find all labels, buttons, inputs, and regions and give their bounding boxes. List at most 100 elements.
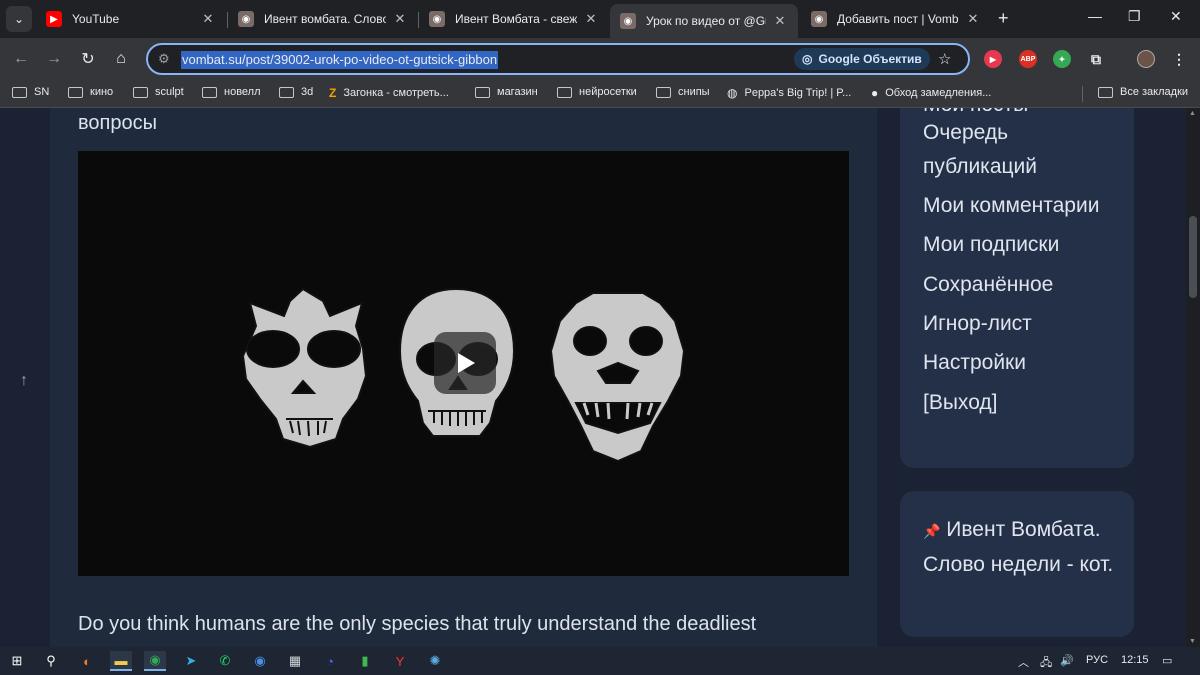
tab-search-button[interactable]: ⌄	[6, 6, 32, 32]
app-icon[interactable]: ▮	[354, 651, 376, 671]
bookmark-snipy[interactable]: снипы	[656, 86, 710, 98]
menu-logout[interactable]: [Выход]	[923, 386, 1123, 420]
tab-lesson-active[interactable]: ◉ Урок по видео от @Guts ✕	[610, 4, 798, 38]
bookmark-neiroset[interactable]: нейросетки	[557, 86, 637, 98]
folder-icon	[1098, 86, 1113, 98]
tab-title: Ивент Вомбата - свежие	[455, 12, 577, 26]
pinned-post-link[interactable]: 📌 Ивент Вомбата. Слово недели - кот.	[923, 513, 1123, 582]
bookmark-novell[interactable]: новелл	[202, 86, 261, 98]
bookmark-peppa[interactable]: ◍ Peppa's Big Trip! | P...	[727, 86, 851, 100]
restore-icon[interactable]: ❐	[1128, 8, 1141, 25]
lens-icon: ◎	[802, 52, 813, 66]
post-body-text: Do you think humans are the only species…	[78, 613, 757, 635]
scroll-to-top-icon[interactable]: ↑	[20, 372, 28, 390]
close-window-icon[interactable]: ✕	[1170, 8, 1182, 25]
bookmark-sn[interactable]: SN	[12, 86, 49, 98]
zagonka-icon: Z	[329, 86, 337, 100]
tab-wombat-event[interactable]: ◉ Ивент вомбата. Слово н ✕	[228, 4, 418, 34]
wombat-favicon: ◉	[811, 11, 827, 27]
menu-my-comments[interactable]: Мои комментарии	[923, 189, 1123, 223]
telegram-icon[interactable]: ➤	[180, 651, 202, 671]
bookmark-zagonka[interactable]: Z Загонка - смотреть...	[329, 86, 449, 100]
menu-ignore-list[interactable]: Игнор-лист	[923, 307, 1123, 341]
language-indicator[interactable]: РУС	[1086, 654, 1108, 666]
menu-settings[interactable]: Настройки	[923, 346, 1123, 380]
tab-title: YouTube	[72, 12, 120, 26]
youtube-icon: ▶	[46, 11, 62, 27]
url-text[interactable]: vombat.su/post/39002-urok-po-video-ot-gu…	[181, 51, 499, 69]
scrollbar-thumb[interactable]	[1189, 216, 1197, 298]
close-icon[interactable]: ✕	[392, 11, 408, 27]
tray-chevron-icon[interactable]: ︿	[1018, 654, 1029, 670]
post-article: вопросы Do you think humans are the only…	[50, 108, 877, 647]
bookmark-magazin[interactable]: магазин	[475, 86, 538, 98]
close-icon[interactable]: ✕	[200, 11, 216, 27]
discord-icon[interactable]: ◔	[319, 651, 341, 671]
menu-dots-icon[interactable]: ⋮	[1170, 50, 1188, 68]
windows-taskbar: ⊞ ⚲ ◐ ▬ ◉ ➤ ✆ ◉ ▦ ◔ ▮ Y ✺ ︿ 🖧 🔊 РУС 12:1…	[0, 647, 1200, 675]
wombat-favicon: ◉	[620, 13, 636, 29]
search-icon[interactable]: ⚲	[40, 651, 62, 671]
all-bookmarks[interactable]: Все закладки	[1098, 86, 1188, 98]
pinned-post-title: Ивент Вомбата. Слово недели - кот.	[923, 518, 1114, 576]
site-info-icon[interactable]: ⚙	[158, 51, 170, 67]
close-icon[interactable]: ✕	[772, 13, 788, 29]
folder-icon	[133, 86, 148, 98]
bookmark-obhod[interactable]: ● Обход замедления...	[871, 86, 991, 100]
close-icon[interactable]: ✕	[965, 11, 981, 27]
extensions-puzzle-icon[interactable]: ⧉	[1087, 50, 1105, 68]
adblock-icon[interactable]: ABP	[1019, 50, 1037, 68]
colorful-extension-icon[interactable]: ✦	[1053, 50, 1071, 68]
new-tab-button[interactable]: +	[998, 8, 1009, 29]
scroll-up-icon[interactable]: ▲	[1189, 110, 1196, 117]
yandex-icon[interactable]: Y	[389, 651, 411, 671]
close-icon[interactable]: ✕	[583, 11, 599, 27]
video-player[interactable]	[78, 151, 849, 576]
bookmark-3d[interactable]: 3d	[279, 86, 313, 98]
home-icon[interactable]: ⌂	[109, 47, 133, 71]
minimize-icon[interactable]: —	[1088, 8, 1102, 24]
menu-publication-queue[interactable]: Очередь публикаций	[923, 116, 1073, 184]
menu-my-subscriptions[interactable]: Мои подписки	[923, 228, 1123, 262]
folder-icon	[279, 86, 294, 98]
reload-icon[interactable]: ↻	[76, 47, 100, 71]
profile-avatar[interactable]	[1137, 50, 1155, 68]
blender-icon[interactable]: ◐	[76, 651, 98, 671]
start-icon[interactable]: ⊞	[6, 651, 28, 671]
page-viewport: ↑ вопросы Do you think humans are the on…	[0, 108, 1186, 647]
wombat-favicon: ◉	[238, 11, 254, 27]
tab-add-post[interactable]: ◉ Добавить пост | Vombat ✕	[801, 4, 991, 34]
forward-icon[interactable]: →	[42, 47, 66, 71]
play-button[interactable]	[434, 332, 496, 394]
bookmark-kino[interactable]: кино	[68, 86, 113, 98]
volume-icon[interactable]: 🔊	[1060, 654, 1074, 667]
chrome-alt-icon[interactable]: ◉	[249, 651, 271, 671]
network-icon[interactable]: 🖧	[1040, 654, 1052, 673]
krita-icon[interactable]: ✺	[424, 651, 446, 671]
back-icon[interactable]: ←	[9, 47, 33, 71]
tab-strip: ⌄ ▶ YouTube ✕ ◉ Ивент вомбата. Слово н ✕…	[0, 0, 1200, 38]
menu-saved[interactable]: Сохранённое	[923, 268, 1123, 302]
scroll-down-icon[interactable]: ▼	[1189, 638, 1196, 645]
calculator-icon[interactable]: ▦	[284, 651, 306, 671]
pin-icon: 📌	[923, 523, 941, 539]
bookmark-star-icon[interactable]: ☆	[938, 50, 951, 68]
folder-icon	[202, 86, 217, 98]
page-scrollbar[interactable]: ▲ ▼	[1186, 108, 1200, 647]
google-lens-button[interactable]: ◎ Google Объектив	[794, 48, 930, 70]
address-bar[interactable]: ⚙ vombat.su/post/39002-urok-po-video-ot-…	[146, 43, 970, 75]
whatsapp-icon[interactable]: ✆	[214, 651, 236, 671]
notifications-icon[interactable]: ▭	[1162, 654, 1172, 667]
folder-icon	[656, 86, 671, 98]
play-icon	[458, 353, 475, 373]
file-explorer-icon[interactable]: ▬	[110, 651, 132, 671]
pinned-post-card[interactable]: 📌 Ивент Вомбата. Слово недели - кот.	[900, 491, 1134, 637]
media-extension-icon[interactable]: ▶	[984, 50, 1002, 68]
clock[interactable]: 12:15	[1121, 654, 1149, 666]
globe-icon: ◍	[727, 86, 738, 100]
chevron-down-icon: ⌄	[13, 12, 25, 26]
tab-wombat-fresh[interactable]: ◉ Ивент Вомбата - свежие ✕	[419, 4, 609, 34]
bookmark-sculpt[interactable]: sculpt	[133, 86, 184, 98]
chrome-icon[interactable]: ◉	[144, 651, 166, 671]
tab-youtube[interactable]: ▶ YouTube ✕	[36, 4, 226, 34]
